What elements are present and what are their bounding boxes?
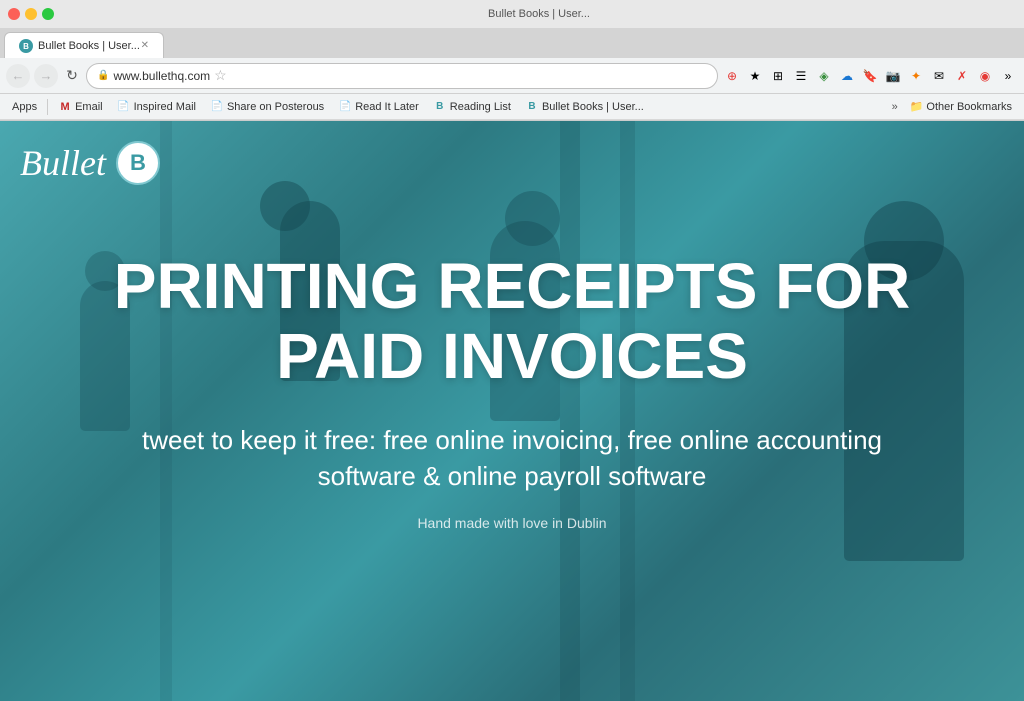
- ext-icon-cloud[interactable]: ☁: [837, 66, 857, 86]
- bookmark-reading-list[interactable]: B Reading List: [427, 98, 517, 116]
- posterous-icon: 📄: [210, 100, 224, 114]
- folder-icon: 📁: [910, 100, 924, 113]
- tab-title: Bullet Books | User...: [38, 40, 140, 52]
- browser-chrome: Bullet Books | User... B Bullet Books | …: [0, 0, 1024, 121]
- tab-close-button[interactable]: ✕: [141, 40, 149, 51]
- close-window-button[interactable]: [8, 8, 20, 20]
- back-button[interactable]: ←: [6, 64, 30, 88]
- ext-icon-share[interactable]: ⊞: [768, 66, 788, 86]
- ext-icon-camera[interactable]: 📷: [883, 66, 903, 86]
- ext-icon-dots[interactable]: »: [998, 66, 1018, 86]
- apps-label: Apps: [12, 101, 37, 113]
- url-display: www.bullethq.com: [113, 69, 210, 83]
- ext-icon-star[interactable]: ★: [745, 66, 765, 86]
- ext-icon-tag[interactable]: ◈: [814, 66, 834, 86]
- ext-icon-list[interactable]: ☰: [791, 66, 811, 86]
- other-bookmarks-section[interactable]: 📁 Other Bookmarks: [904, 98, 1018, 115]
- bullet-books-icon: B: [525, 100, 539, 114]
- gmail-icon: M: [58, 100, 72, 114]
- ext-icon-bookmark[interactable]: 🔖: [860, 66, 880, 86]
- active-tab[interactable]: B Bullet Books | User... ✕: [4, 32, 164, 58]
- title-bar: Bullet Books | User...: [0, 0, 1024, 28]
- bookmarks-bar: Apps M Email 📄 Inspired Mail 📄 Share on …: [0, 94, 1024, 120]
- minimize-window-button[interactable]: [25, 8, 37, 20]
- reload-button[interactable]: ↻: [62, 66, 82, 86]
- toolbar: ← → ↻ 🔒 www.bullethq.com ☆ ⊕ ★ ⊞ ☰ ◈ ☁ 🔖…: [0, 58, 1024, 94]
- bookmark-star-icon[interactable]: ☆: [214, 67, 227, 84]
- other-bookmarks-label: Other Bookmarks: [926, 101, 1012, 113]
- bookmark-separator-1: [47, 99, 48, 115]
- window-controls: [8, 8, 54, 20]
- ext-icon-1[interactable]: ⊕: [722, 66, 742, 86]
- bullet-books-label: Bullet Books | User...: [542, 101, 644, 113]
- bookmark-inspired-mail[interactable]: 📄 Inspired Mail: [111, 98, 202, 116]
- read-later-icon: 📄: [338, 100, 352, 114]
- bookmark-gmail[interactable]: M Email: [52, 98, 109, 116]
- bookmark-bullet-books[interactable]: B Bullet Books | User...: [519, 98, 650, 116]
- main-content-area: PRINTING RECEIPTS FOR PAID INVOICES twee…: [62, 251, 962, 531]
- apps-bookmark[interactable]: Apps: [6, 99, 43, 115]
- tab-favicon: B: [19, 39, 33, 53]
- window-title: Bullet Books | User...: [62, 8, 1016, 20]
- address-bar[interactable]: 🔒 www.bullethq.com ☆: [86, 63, 718, 89]
- ext-icon-x[interactable]: ✗: [952, 66, 972, 86]
- ext-icon-rss[interactable]: ◉: [975, 66, 995, 86]
- ext-icon-feather[interactable]: ✦: [906, 66, 926, 86]
- bookmark-read-later[interactable]: 📄 Read It Later: [332, 98, 425, 116]
- tab-bar: B Bullet Books | User... ✕: [0, 28, 1024, 58]
- reading-list-icon: B: [433, 100, 447, 114]
- svg-text:B: B: [23, 42, 29, 51]
- logo-text: Bullet: [20, 142, 106, 184]
- read-later-label: Read It Later: [355, 101, 419, 113]
- logo-area: Bullet B: [20, 141, 160, 185]
- more-bookmarks-button[interactable]: »: [892, 101, 898, 113]
- inspired-mail-label: Inspired Mail: [134, 101, 196, 113]
- reading-list-label: Reading List: [450, 101, 511, 113]
- inspired-mail-icon: 📄: [117, 100, 131, 114]
- logo-badge-letter: B: [130, 150, 146, 176]
- posterous-label: Share on Posterous: [227, 101, 324, 113]
- extension-icons: ⊕ ★ ⊞ ☰ ◈ ☁ 🔖 📷 ✦ ✉ ✗ ◉ »: [722, 66, 1018, 86]
- ext-icon-letter[interactable]: ✉: [929, 66, 949, 86]
- footer-text: Hand made with love in Dublin: [62, 515, 962, 531]
- sub-headline: tweet to keep it free: free online invoi…: [102, 422, 922, 495]
- logo-badge: B: [116, 141, 160, 185]
- forward-button[interactable]: →: [34, 64, 58, 88]
- main-headline: PRINTING RECEIPTS FOR PAID INVOICES: [62, 251, 962, 392]
- more-arrow: »: [892, 101, 898, 113]
- page-content: Bullet B PRINTING RECEIPTS FOR PAID INVO…: [0, 121, 1024, 701]
- bookmark-posterous[interactable]: 📄 Share on Posterous: [204, 98, 330, 116]
- maximize-window-button[interactable]: [42, 8, 54, 20]
- security-icon: 🔒: [97, 70, 109, 81]
- gmail-label: Email: [75, 101, 103, 113]
